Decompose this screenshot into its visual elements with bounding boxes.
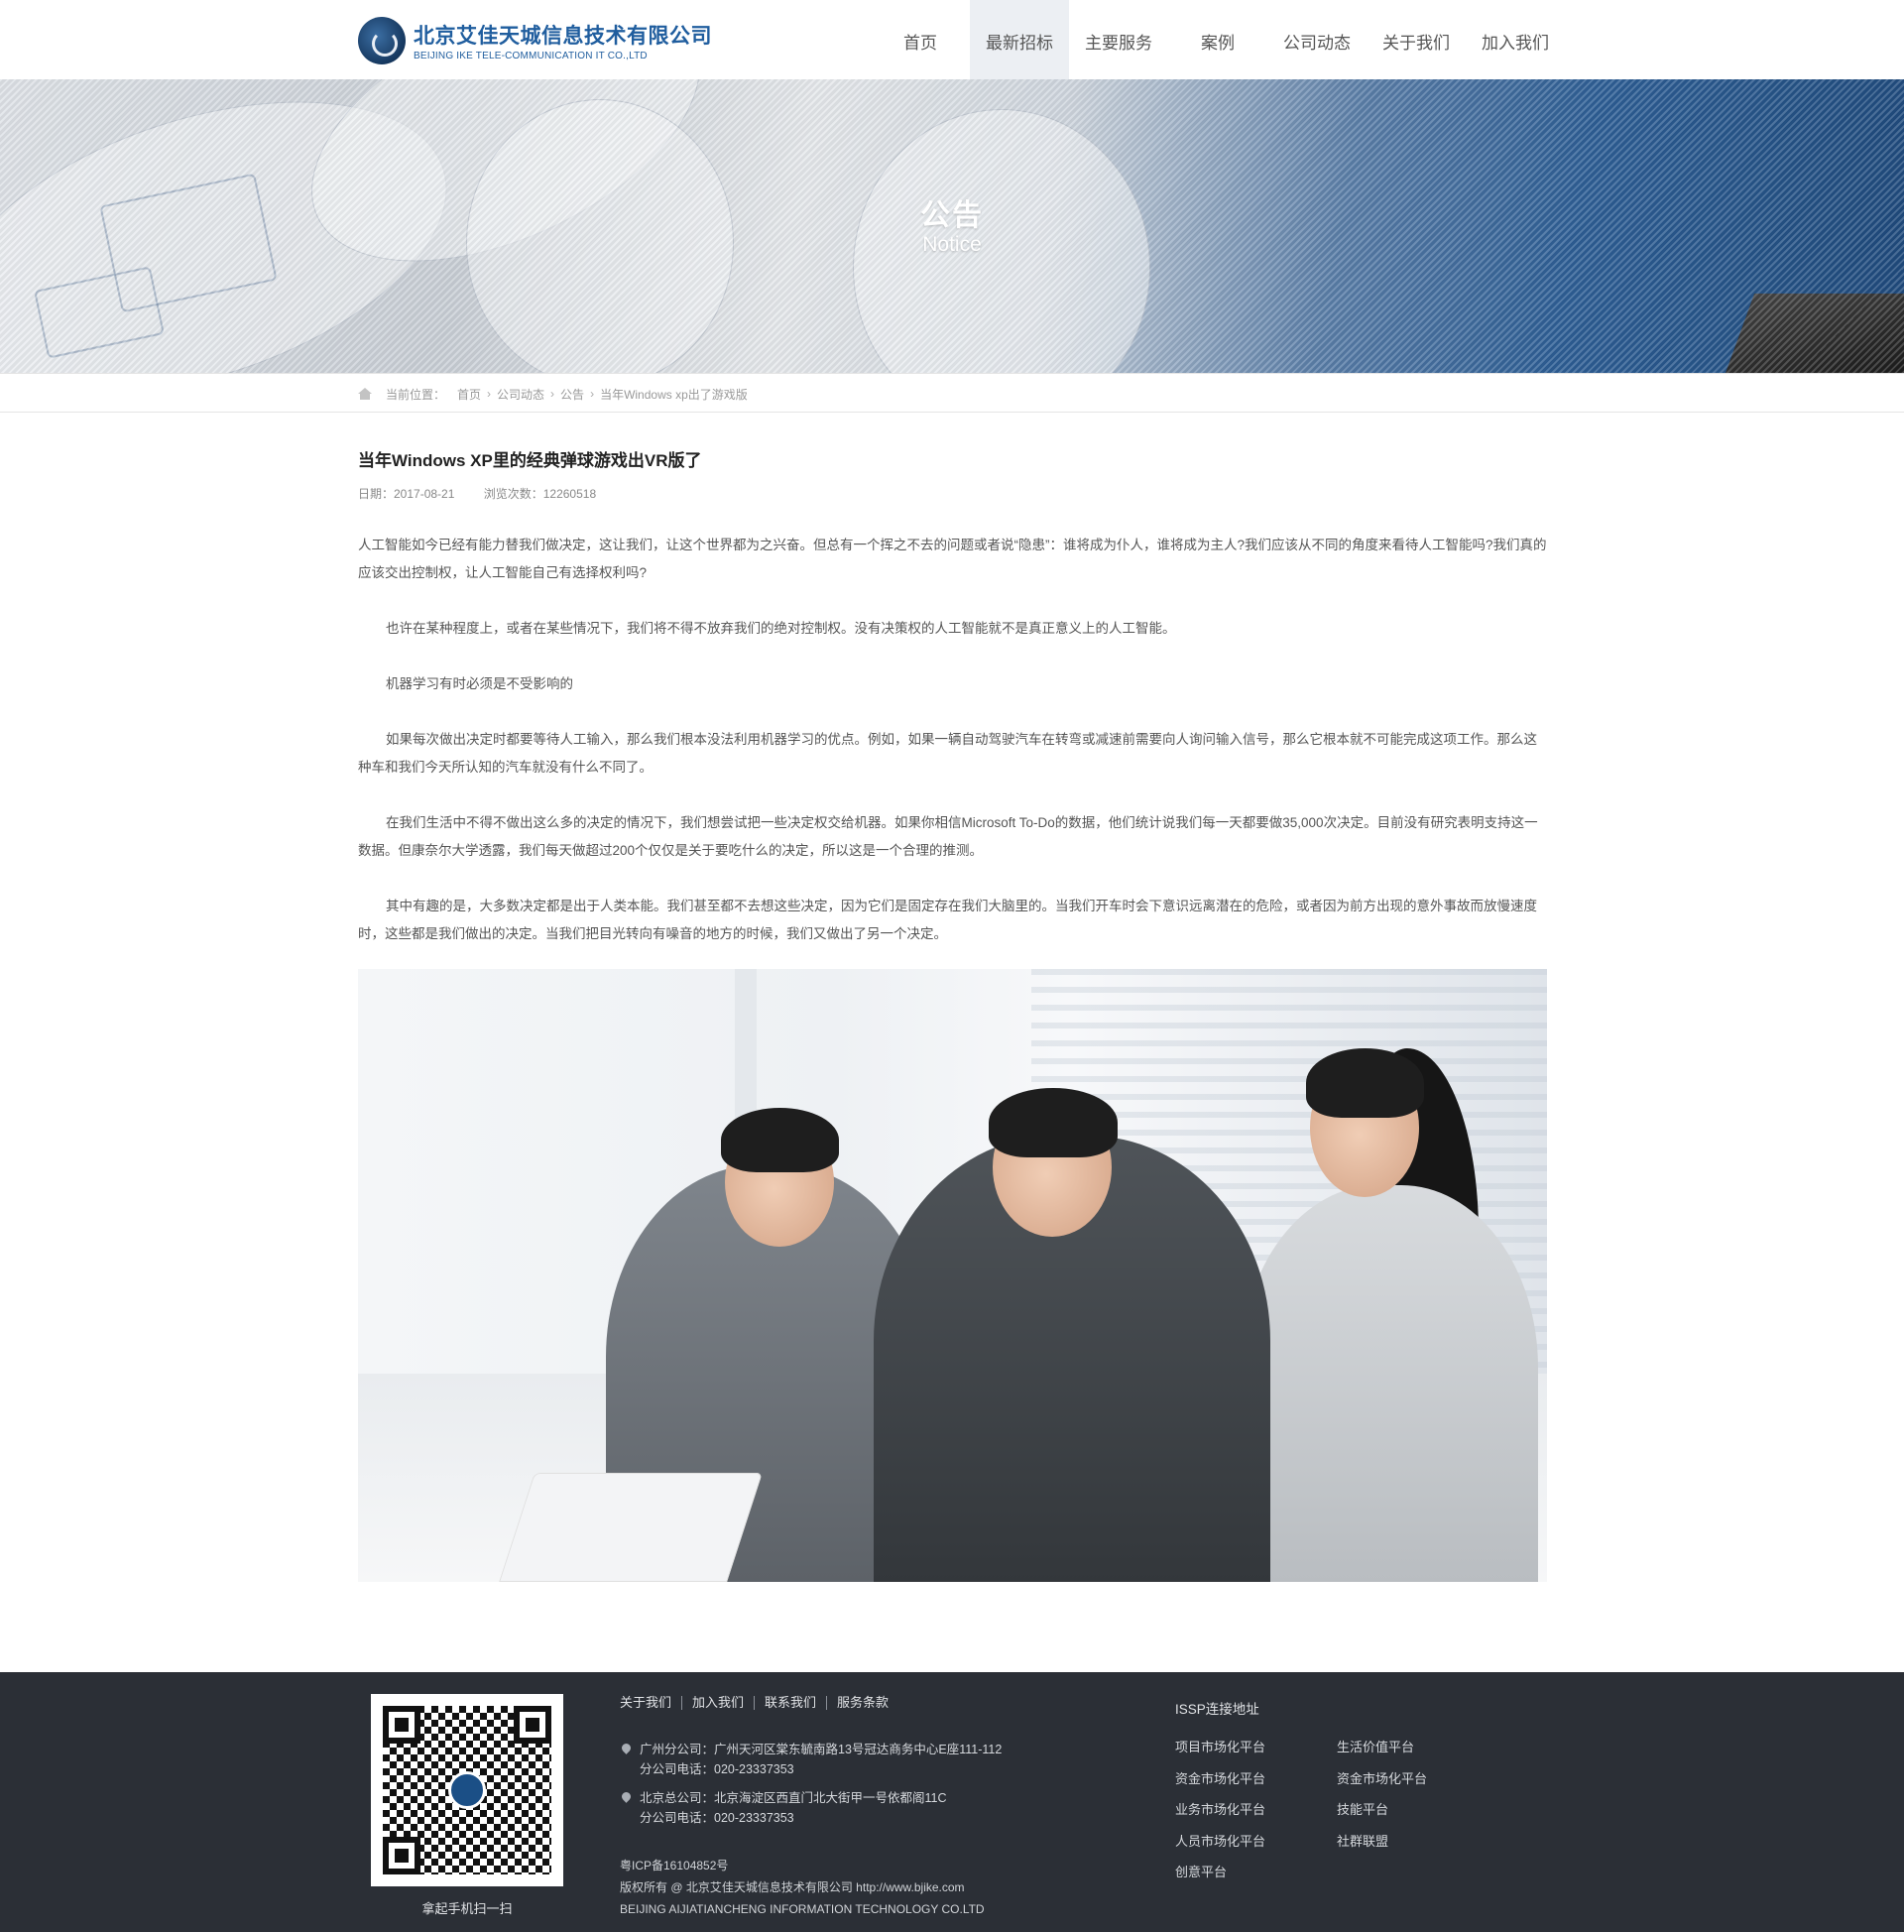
address-guangzhou: 广州分公司：广州天河区棠东毓南路13号冠达商务中心E座111-112 分公司电话… — [622, 1740, 1002, 1779]
issp-link[interactable]: 项目市场化平台 — [1175, 1737, 1265, 1768]
article-paragraph: 人工智能如今已经有能力替我们做决定，这让我们，让这个世界都为之兴奋。但总有一个挥… — [358, 538, 1547, 580]
logo-chinese-name: 北京艾佳天城信息技术有限公司 — [414, 25, 712, 48]
breadcrumb: 当前位置： 首页 › 公司动态 › 公告 › 当年Windows xp出了游戏版 — [358, 374, 748, 414]
icp-number: 粤ICP备16104852号 — [620, 1859, 729, 1872]
banner-subtitle: Notice — [922, 233, 982, 256]
issp-link[interactable]: 技能平台 — [1337, 1799, 1427, 1831]
article-meta: 日期：2017-08-21 浏览次数：12260518 — [358, 485, 1547, 502]
article-views: 浏览次数：12260518 — [483, 487, 597, 501]
company-logo[interactable]: 北京艾佳天城信息技术有限公司 BEIJING IKE TELE-COMMUNIC… — [358, 17, 712, 64]
qr-code — [371, 1694, 563, 1886]
article-paragraph: 机器学习有时必须是不受影响的 — [386, 676, 573, 691]
qr-caption: 拿起手机扫一扫 — [421, 1901, 513, 1916]
breadcrumb-company-news[interactable]: 公司动态 — [497, 386, 544, 403]
qr-logo-icon — [448, 1771, 486, 1809]
breadcrumb-notice[interactable]: 公告 — [560, 386, 584, 403]
home-icon — [358, 388, 372, 400]
article-title: 当年Windows XP里的经典弹球游戏出VR版了 — [358, 451, 702, 470]
footer-link-terms[interactable]: 服务条款 — [826, 1696, 898, 1710]
breadcrumb-home[interactable]: 首页 — [457, 386, 481, 403]
logo-english-name: BEIJING IKE TELE-COMMUNICATION IT CO.,LT… — [414, 51, 648, 61]
chevron-right-icon: › — [590, 387, 595, 401]
issp-title: ISSP连接地址 — [1175, 1702, 1259, 1717]
breadcrumb-current: 当年Windows xp出了游戏版 — [600, 387, 748, 402]
nav-item-services[interactable]: 主要服务 — [1069, 0, 1168, 79]
image-person — [1241, 1185, 1538, 1582]
issp-links-col-2: 生活价值平台 资金市场化平台 技能平台 社群联盟 — [1337, 1737, 1427, 1862]
page-banner: 公告 Notice — [0, 79, 1904, 373]
chevron-right-icon: › — [487, 387, 492, 401]
nav-item-latest-tenders[interactable]: 最新招标 — [970, 0, 1069, 79]
nav-item-cases[interactable]: 案例 — [1168, 0, 1267, 79]
article-paragraph: 也许在某种程度上，或者在某些情况下，我们将不得不放弃我们的绝对控制权。没有决策权… — [386, 621, 1176, 636]
nav-item-about-us[interactable]: 关于我们 — [1367, 0, 1466, 79]
article-image — [358, 969, 1547, 1582]
image-laptop — [499, 1473, 763, 1582]
page: 北京艾佳天城信息技术有限公司 BEIJING IKE TELE-COMMUNIC… — [0, 0, 1904, 1932]
issp-link[interactable]: 人员市场化平台 — [1175, 1831, 1265, 1863]
company-english-name: BEIJING AIJIATIANCHENG INFORMATION TECHN… — [620, 1902, 985, 1916]
site-header: 北京艾佳天城信息技术有限公司 BEIJING IKE TELE-COMMUNIC… — [0, 0, 1904, 79]
nav-item-home[interactable]: 首页 — [871, 0, 970, 79]
issp-link[interactable]: 资金市场化平台 — [1175, 1768, 1265, 1800]
issp-link[interactable]: 生活价值平台 — [1337, 1737, 1427, 1768]
article-paragraph: 如果每次做出决定时都要等待人工输入，那么我们根本没法利用机器学习的优点。例如，如… — [358, 732, 1537, 775]
issp-link[interactable]: 资金市场化平台 — [1337, 1768, 1427, 1800]
location-pin-icon — [622, 1744, 631, 1755]
footer-legal: 粤ICP备16104852号 版权所有 @ 北京艾佳天城信息技术有限公司 htt… — [620, 1855, 985, 1920]
main-nav: 首页 最新招标 主要服务 案例 公司动态 关于我们 加入我们 — [871, 0, 1565, 79]
chevron-right-icon: › — [550, 387, 555, 401]
site-footer: 拿起手机扫一扫 关于我们 加入我们 联系我们 服务条款 广州分公司：广州天河区棠… — [0, 1672, 1904, 1932]
article-paragraph: 其中有趣的是，大多数决定都是出于人类本能。我们甚至都不去想这些决定，因为它们是固… — [358, 899, 1537, 941]
article-body: 人工智能如今已经有能力替我们做决定，这让我们，让这个世界都为之兴奋。但总有一个挥… — [358, 532, 1547, 948]
issp-link[interactable]: 创意平台 — [1175, 1862, 1265, 1893]
nav-item-join-us[interactable]: 加入我们 — [1466, 0, 1565, 79]
article-date: 日期：2017-08-21 — [358, 487, 455, 501]
banner-title: 公告 — [920, 199, 984, 232]
issp-link[interactable]: 社群联盟 — [1337, 1831, 1427, 1863]
address-beijing: 北京总公司：北京海淀区西直门北大街甲一号依都阁11C 分公司电话：020-233… — [622, 1788, 947, 1828]
article: 当年Windows XP里的经典弹球游戏出VR版了 日期：2017-08-21 … — [358, 446, 1547, 976]
nav-item-company-news[interactable]: 公司动态 — [1267, 0, 1367, 79]
breadcrumb-bar: 当前位置： 首页 › 公司动态 › 公告 › 当年Windows xp出了游戏版 — [0, 373, 1904, 413]
footer-links: 关于我们 加入我们 联系我们 服务条款 — [620, 1696, 898, 1710]
footer-link-contact[interactable]: 联系我们 — [754, 1696, 826, 1710]
breadcrumb-label: 当前位置： — [386, 387, 446, 402]
issp-link[interactable]: 业务市场化平台 — [1175, 1799, 1265, 1831]
footer-link-about[interactable]: 关于我们 — [620, 1696, 681, 1710]
logo-emblem-icon — [358, 17, 406, 64]
issp-links-col-1: 项目市场化平台 资金市场化平台 业务市场化平台 人员市场化平台 创意平台 — [1175, 1737, 1265, 1893]
qr-code-icon — [383, 1706, 551, 1874]
footer-link-join[interactable]: 加入我们 — [681, 1696, 754, 1710]
article-paragraph: 在我们生活中不得不做出这么多的决定的情况下，我们想尝试把一些决定权交给机器。如果… — [358, 815, 1538, 858]
location-pin-icon — [622, 1792, 631, 1804]
copyright: 版权所有 @ 北京艾佳天城信息技术有限公司 http://www.bjike.c… — [620, 1880, 965, 1894]
